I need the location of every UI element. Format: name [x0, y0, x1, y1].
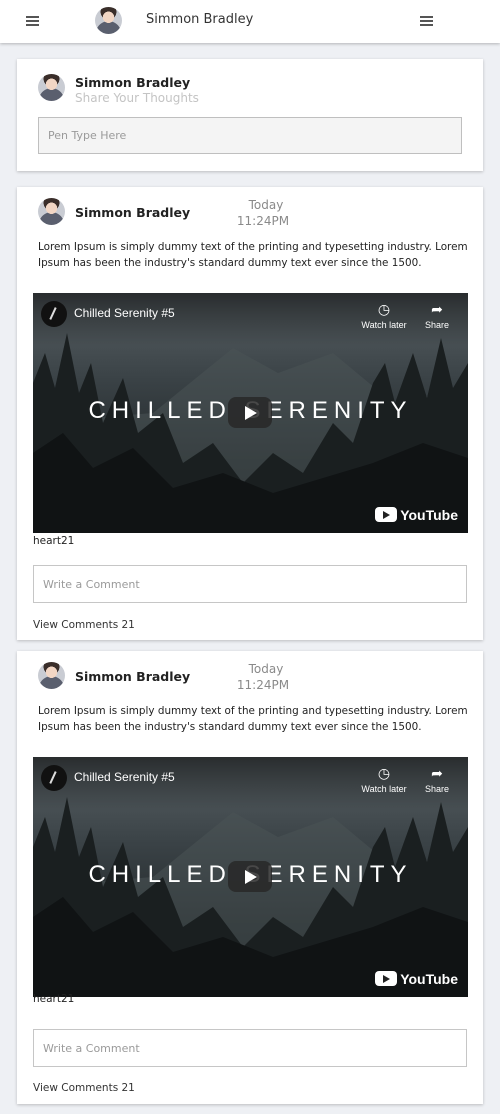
user-name: Simmon Bradley	[146, 12, 254, 27]
video-title[interactable]: Chilled Serenity #5	[74, 306, 175, 320]
post-time: 11:24PM	[236, 678, 290, 692]
post-user-name: Simmon Bradley	[75, 205, 191, 220]
avatar[interactable]	[95, 7, 122, 34]
video-player[interactable]: Chilled Serenity #5 ◷ Watch later ➦ Shar…	[33, 293, 468, 533]
options-menu-icon[interactable]	[420, 16, 433, 26]
video-player[interactable]: Chilled Serenity #5 ◷ Watch later ➦ Shar…	[33, 757, 468, 997]
post-user-name: Simmon Bradley	[75, 669, 191, 684]
youtube-logo[interactable]: YouTube	[375, 971, 458, 987]
watch-later-button[interactable]: ◷ Watch later	[359, 301, 409, 330]
play-icon[interactable]	[228, 397, 272, 428]
comment-input[interactable]	[33, 1029, 467, 1067]
post-input[interactable]	[38, 117, 462, 154]
clock-icon: ◷	[377, 765, 391, 781]
likes-count[interactable]: heart21	[33, 993, 74, 1005]
post-date: Today	[248, 662, 284, 676]
share-label: Share	[424, 320, 450, 330]
youtube-icon	[375, 507, 398, 522]
composer-card: Simmon Bradley Share Your Thoughts	[17, 59, 483, 171]
video-title[interactable]: Chilled Serenity #5	[74, 770, 175, 784]
share-button[interactable]: ➦ Share	[412, 765, 462, 794]
watch-later-button[interactable]: ◷ Watch later	[359, 765, 409, 794]
menu-icon[interactable]	[26, 16, 39, 26]
composer-prompt: Share Your Thoughts	[75, 91, 199, 105]
watch-later-label: Watch later	[361, 784, 407, 794]
avatar[interactable]	[38, 662, 65, 689]
post-text: Lorem Ipsum is simply dummy text of the …	[38, 241, 468, 269]
youtube-icon	[375, 971, 398, 986]
channel-icon[interactable]	[41, 301, 67, 327]
post-time: 11:24PM	[236, 214, 290, 228]
avatar[interactable]	[38, 198, 65, 225]
composer-user-name: Simmon Bradley	[75, 75, 191, 90]
top-bar: Simmon Bradley	[0, 0, 500, 43]
post-card: Simmon Bradley Today 11:24PM Lorem Ipsum…	[17, 187, 483, 640]
share-label: Share	[424, 784, 450, 794]
share-button[interactable]: ➦ Share	[412, 301, 462, 330]
post-card: Simmon Bradley Today 11:24PM Lorem Ipsum…	[17, 651, 483, 1104]
view-comments-link[interactable]: View Comments 21	[33, 1082, 135, 1094]
avatar[interactable]	[38, 74, 65, 101]
clock-icon: ◷	[377, 301, 391, 317]
view-comments-link[interactable]: View Comments 21	[33, 619, 135, 631]
likes-count[interactable]: heart21	[33, 535, 74, 547]
play-icon[interactable]	[228, 861, 272, 892]
watch-later-label: Watch later	[361, 320, 407, 330]
channel-icon[interactable]	[41, 765, 67, 791]
share-icon: ➦	[431, 765, 443, 781]
youtube-logo[interactable]: YouTube	[375, 507, 458, 523]
share-icon: ➦	[431, 301, 443, 317]
post-text: Lorem Ipsum is simply dummy text of the …	[38, 705, 468, 733]
comment-input[interactable]	[33, 565, 467, 603]
post-date: Today	[248, 198, 284, 212]
